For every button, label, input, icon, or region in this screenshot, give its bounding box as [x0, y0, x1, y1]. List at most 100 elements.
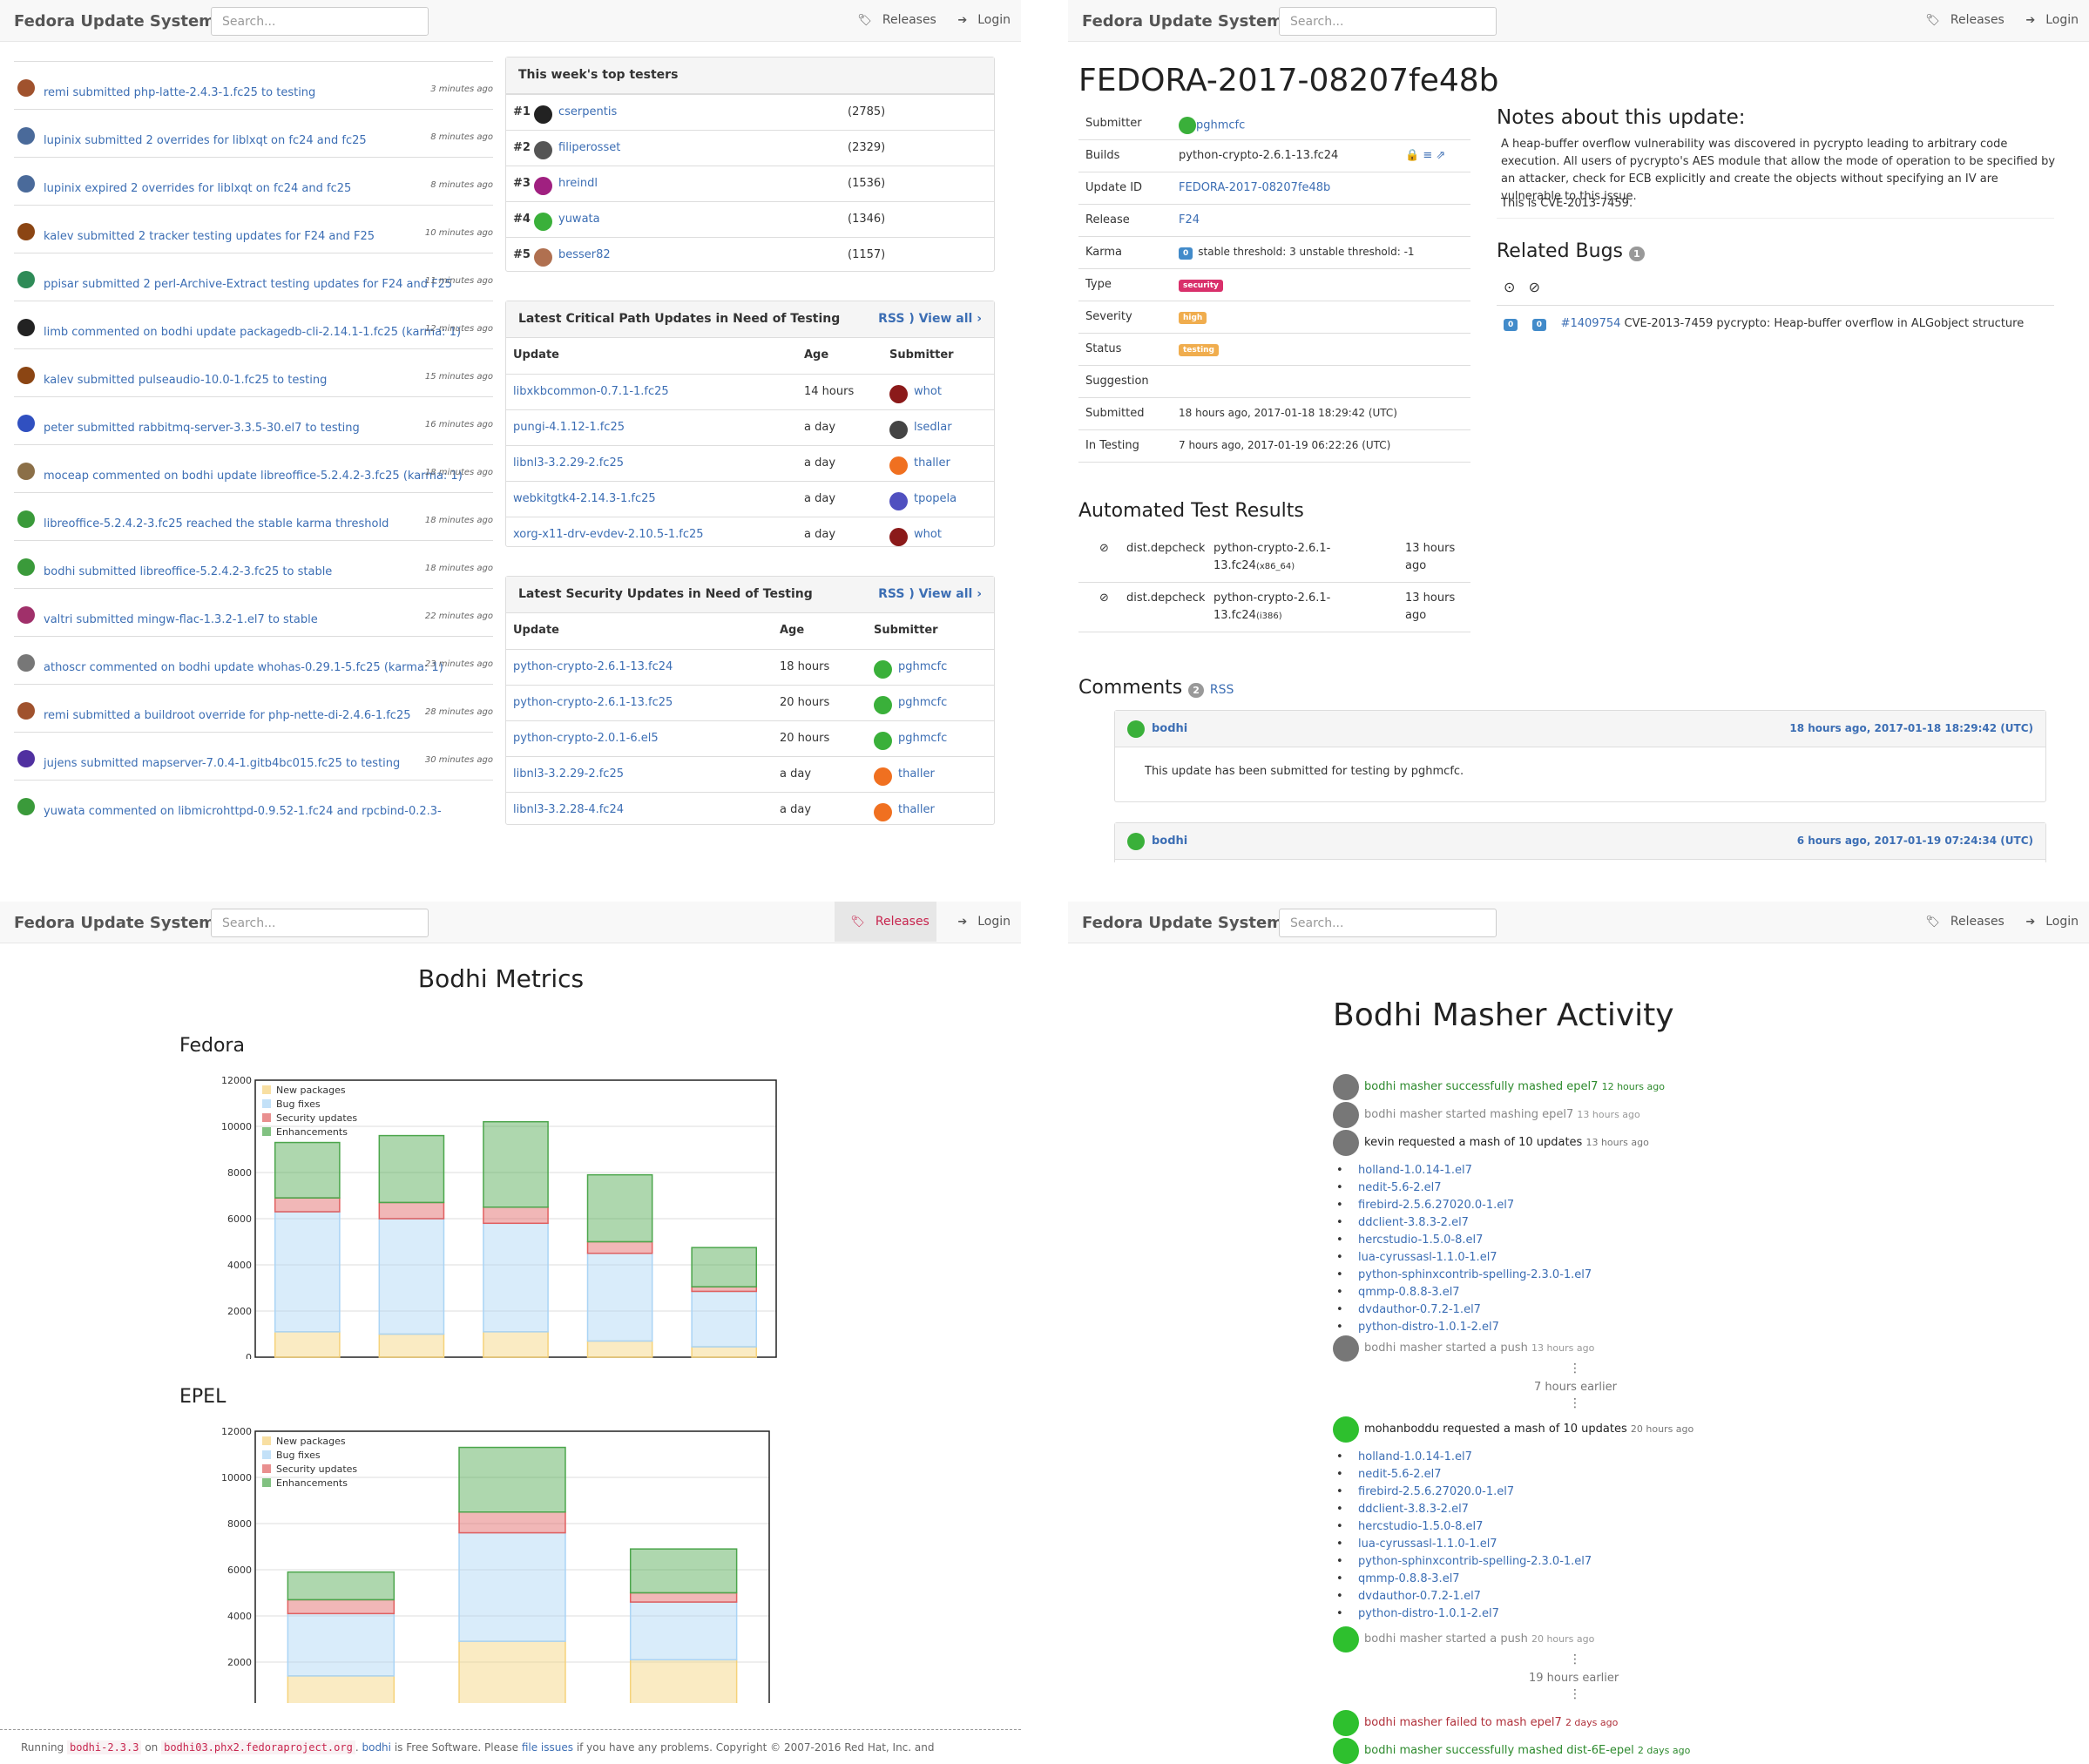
- feed-item: kalev submitted pulseaudio-10.0-1.fc25 t…: [14, 348, 493, 396]
- submitter-link[interactable]: pghmcfc: [898, 696, 947, 709]
- build-link[interactable]: holland-1.0.14-1.el7: [1336, 1164, 1592, 1181]
- feed-item-link[interactable]: jujens submitted mapserver-7.0.4-1.gitb4…: [44, 757, 400, 770]
- detail-link[interactable]: FEDORA-2017-08207fe48b: [1179, 181, 1330, 194]
- brand[interactable]: Fedora Update System: [1082, 12, 1283, 30]
- sign-in-icon: ➔: [2025, 916, 2036, 929]
- build-link[interactable]: firebird-2.5.6.27020.0-1.el7: [1336, 1485, 1592, 1503]
- rss-link[interactable]: RSS: [878, 587, 904, 601]
- update-link[interactable]: webkitgtk4-2.14.3-1.fc25: [513, 492, 656, 505]
- view-all-link[interactable]: View all: [919, 312, 973, 326]
- comments-rss-link[interactable]: RSS: [1210, 683, 1234, 697]
- build-link[interactable]: ddclient-3.8.3-2.el7: [1336, 1216, 1592, 1233]
- login-link[interactable]: ➔ Login: [949, 915, 1011, 929]
- build-link[interactable]: qmmp-0.8.8-3.el7: [1336, 1572, 1592, 1590]
- feed-item-link[interactable]: limb commented on bodhi update packagedb…: [44, 326, 461, 339]
- feed-item-link[interactable]: remi submitted a buildroot override for …: [44, 709, 411, 722]
- submitter-link[interactable]: pghmcfc: [898, 660, 947, 673]
- detail-badge: high: [1179, 312, 1207, 324]
- feed-item-link[interactable]: kalev submitted pulseaudio-10.0-1.fc25 t…: [44, 374, 327, 387]
- detail-value: 0 stable threshold: 3 unstable threshold:…: [1179, 246, 1415, 260]
- submitter-link[interactable]: pghmcfc: [898, 732, 947, 745]
- feed-item-link[interactable]: moceap commented on bodhi update libreof…: [44, 470, 463, 483]
- build-link[interactable]: python-sphinxcontrib-spelling-2.3.0-1.el…: [1336, 1555, 1592, 1572]
- submitter-link[interactable]: whot: [914, 385, 942, 398]
- submitter-link[interactable]: lsedlar: [914, 421, 952, 434]
- releases-link[interactable]: 🏷 Releases: [835, 902, 936, 942]
- update-link[interactable]: pungi-4.1.12-1.fc25: [513, 421, 625, 434]
- feed-item-link[interactable]: remi submitted php-latte-2.4.3-1.fc25 to…: [44, 86, 315, 99]
- build-link[interactable]: dvdauthor-0.7.2-1.el7: [1336, 1590, 1592, 1607]
- view-all-link[interactable]: View all: [919, 587, 973, 601]
- build-link[interactable]: lua-cyrussasl-1.1.0-1.el7: [1336, 1538, 1592, 1555]
- feed-item-link[interactable]: libreoffice-5.2.4.2-3.fc25 reached the s…: [44, 517, 389, 531]
- test-build-release: 13.fc24: [1214, 609, 1256, 622]
- update-link[interactable]: xorg-x11-drv-evdev-2.10.5-1.fc25: [513, 528, 704, 541]
- submitter-link[interactable]: thaller: [898, 767, 935, 781]
- build-link[interactable]: holland-1.0.14-1.el7: [1336, 1450, 1592, 1468]
- feed-item-link[interactable]: bodhi submitted libreoffice-5.2.4.2-3.fc…: [44, 565, 332, 578]
- comment-time[interactable]: 6 hours ago, 2017-01-19 07:24:34 (UTC): [1797, 835, 2033, 847]
- tester-link[interactable]: besser82: [558, 248, 611, 261]
- tester-link[interactable]: cserpentis: [558, 105, 617, 118]
- brand[interactable]: Fedora Update System: [14, 12, 215, 30]
- update-link[interactable]: libnl3-3.2.29-2.fc25: [513, 456, 624, 470]
- feed-item-link[interactable]: athoscr commented on bodhi update whohas…: [44, 661, 443, 674]
- search-input[interactable]: Search...: [211, 7, 429, 36]
- update-link[interactable]: libnl3-3.2.29-2.fc25: [513, 767, 624, 781]
- login-link[interactable]: ➔ Login: [2017, 915, 2079, 929]
- brand[interactable]: Fedora Update System: [1082, 914, 1283, 932]
- tester-link[interactable]: filiperosset: [558, 141, 620, 154]
- build-link[interactable]: python-distro-1.0.1-2.el7: [1336, 1607, 1592, 1625]
- comment-user[interactable]: bodhi: [1152, 722, 1187, 735]
- submitter-link[interactable]: tpopela: [914, 492, 957, 505]
- build-link[interactable]: hercstudio-1.5.0-8.el7: [1336, 1520, 1592, 1538]
- detail-link[interactable]: F24: [1179, 213, 1200, 226]
- build-link[interactable]: firebird-2.5.6.27020.0-1.el7: [1336, 1199, 1592, 1216]
- comment-time[interactable]: 18 hours ago, 2017-01-18 18:29:42 (UTC): [1789, 722, 2033, 734]
- feed-item-link[interactable]: ppisar submitted 2 perl-Archive-Extract …: [44, 278, 452, 291]
- feed-item-link[interactable]: valtri submitted mingw-flac-1.3.2-1.el7 …: [44, 613, 318, 626]
- update-link[interactable]: python-crypto-2.6.1-13.fc24: [513, 660, 673, 673]
- detail-link[interactable]: pghmcfc: [1196, 119, 1245, 132]
- tester-link[interactable]: hreindl: [558, 177, 598, 190]
- bug-link[interactable]: #1409754: [1561, 317, 1621, 330]
- build-link[interactable]: python-distro-1.0.1-2.el7: [1336, 1321, 1592, 1338]
- feed-item-link[interactable]: lupinix expired 2 overrides for liblxqt …: [44, 182, 351, 195]
- submitter-link[interactable]: whot: [914, 528, 942, 541]
- build-link[interactable]: ddclient-3.8.3-2.el7: [1336, 1503, 1592, 1520]
- build-action-icons[interactable]: 🔒 ≡ ⇗: [1405, 149, 1445, 162]
- tester-link[interactable]: yuwata: [558, 213, 600, 226]
- releases-link[interactable]: 🏷 Releases: [1917, 915, 2004, 929]
- update-link[interactable]: python-crypto-2.6.1-13.fc25: [513, 696, 673, 709]
- build-link[interactable]: lua-cyrussasl-1.1.0-1.el7: [1336, 1251, 1592, 1268]
- update-link[interactable]: python-crypto-2.0.1-6.el5: [513, 732, 659, 745]
- feed-item-link[interactable]: yuwata commented on libmicrohttpd-0.9.52…: [44, 805, 442, 818]
- releases-link[interactable]: 🏷 Releases: [848, 13, 936, 27]
- file-issues-link[interactable]: file issues: [522, 1741, 573, 1754]
- circle-dot-icon[interactable]: ⊙: [1504, 279, 1515, 295]
- check-circle-icon[interactable]: ⊘: [1529, 279, 1540, 295]
- update-link[interactable]: libnl3-3.2.28-4.fc24: [513, 803, 624, 816]
- comment-user[interactable]: bodhi: [1152, 835, 1187, 848]
- build-link[interactable]: dvdauthor-0.7.2-1.el7: [1336, 1303, 1592, 1321]
- search-input[interactable]: Search...: [211, 909, 429, 937]
- update-link[interactable]: libxkbcommon-0.7.1-1.fc25: [513, 385, 669, 398]
- build-link[interactable]: hercstudio-1.5.0-8.el7: [1336, 1233, 1592, 1251]
- build-link[interactable]: nedit-5.6-2.el7: [1336, 1468, 1592, 1485]
- rss-link[interactable]: RSS: [878, 312, 904, 326]
- login-link[interactable]: ➔ Login: [949, 13, 1011, 27]
- submitter-link[interactable]: thaller: [898, 803, 935, 816]
- search-input[interactable]: Search...: [1279, 7, 1497, 36]
- releases-link[interactable]: 🏷 Releases: [1917, 13, 2004, 27]
- login-link[interactable]: ➔ Login: [2017, 13, 2079, 27]
- feed-item-link[interactable]: peter submitted rabbitmq-server-3.3.5-30…: [44, 422, 360, 435]
- submitter-link[interactable]: thaller: [914, 456, 950, 470]
- bodhi-link[interactable]: bodhi: [362, 1741, 391, 1754]
- build-link[interactable]: nedit-5.6-2.el7: [1336, 1181, 1592, 1199]
- brand[interactable]: Fedora Update System: [14, 914, 215, 932]
- search-input[interactable]: Search...: [1279, 909, 1497, 937]
- feed-item-link[interactable]: kalev submitted 2 tracker testing update…: [44, 230, 375, 243]
- build-link[interactable]: python-sphinxcontrib-spelling-2.3.0-1.el…: [1336, 1268, 1592, 1286]
- build-link[interactable]: qmmp-0.8.8-3.el7: [1336, 1286, 1592, 1303]
- feed-item-link[interactable]: lupinix submitted 2 overrides for liblxq…: [44, 134, 367, 147]
